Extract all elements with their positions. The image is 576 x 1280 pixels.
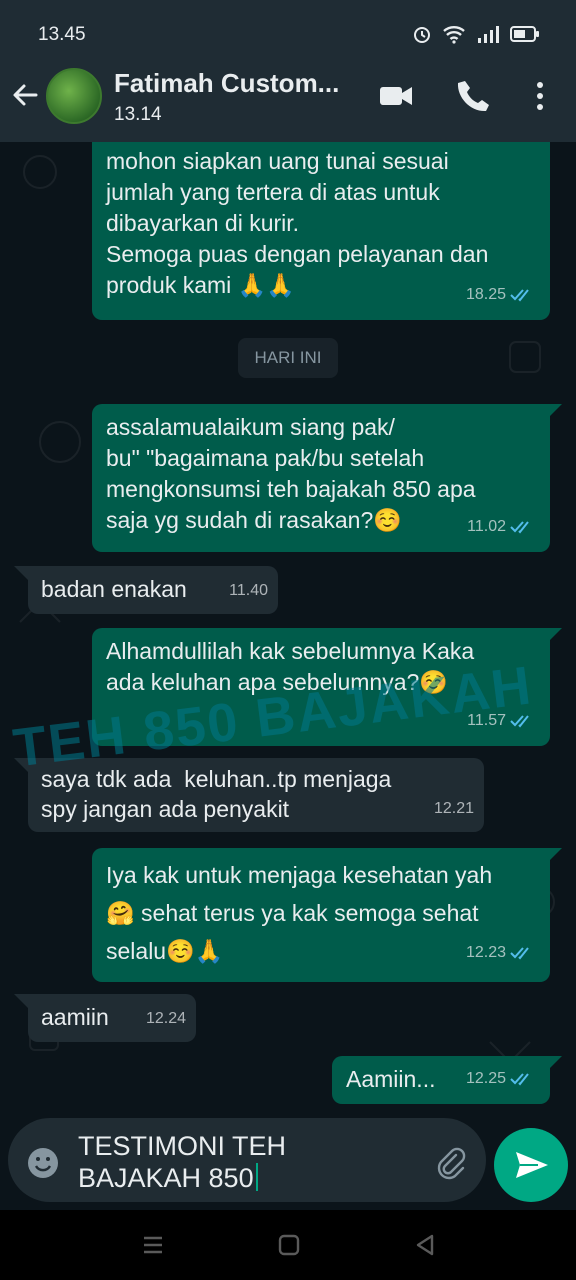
home-icon[interactable] bbox=[276, 1234, 302, 1256]
system-nav-bar bbox=[0, 1210, 576, 1280]
message-meta: 11.40 bbox=[229, 575, 268, 606]
message-bubble-outgoing[interactable]: Iya kak untuk menjaga kesehatan yah 🤗 se… bbox=[92, 848, 550, 982]
recent-apps-icon[interactable] bbox=[140, 1234, 166, 1256]
message-meta: 12.24 bbox=[146, 1003, 186, 1034]
message-bubble-incoming[interactable]: saya tdk ada keluhan..tp menjaga spy jan… bbox=[28, 758, 484, 832]
status-bar: 13.45 bbox=[0, 0, 576, 52]
avatar[interactable] bbox=[46, 68, 102, 124]
double-check-icon bbox=[510, 947, 529, 960]
bubble-tail bbox=[548, 404, 562, 418]
message-time: 12.21 bbox=[433, 800, 474, 817]
battery-icon bbox=[510, 26, 539, 42]
message-input[interactable]: TESTIMONI TEH BAJAKAH 850 bbox=[78, 1130, 286, 1194]
message-composer[interactable]: TESTIMONI TEH BAJAKAH 850 bbox=[8, 1118, 486, 1202]
message-time: 18.25 bbox=[465, 286, 506, 303]
message-bubble-outgoing[interactable]: Aamiin... 12.25 bbox=[332, 1056, 550, 1104]
signal-icon bbox=[478, 26, 499, 43]
message-time: 12.25 bbox=[465, 1070, 506, 1087]
message-bubble-outgoing[interactable]: assalamualaikum siang pak/ bu" "bagaiman… bbox=[92, 404, 550, 552]
bubble-tail bbox=[548, 848, 562, 862]
message-time: 11.40 bbox=[229, 582, 268, 599]
message-list[interactable]: mohon siapkan uang tunai sesuai jumlah y… bbox=[0, 142, 576, 1210]
message-text: mohon siapkan uang tunai sesuai jumlah y… bbox=[106, 148, 489, 298]
message-meta: 11.57 bbox=[467, 705, 536, 736]
double-check-icon bbox=[510, 1072, 529, 1085]
wifi-icon bbox=[443, 26, 465, 44]
message-time: 11.02 bbox=[467, 518, 506, 535]
bubble-tail bbox=[548, 1056, 562, 1070]
contact-name[interactable]: Fatimah Custom... bbox=[114, 68, 339, 99]
message-text: Alhamdullilah kak sebelumnya Kaka ada ke… bbox=[106, 638, 475, 695]
phone-icon[interactable] bbox=[456, 78, 492, 114]
message-time: 12.23 bbox=[465, 944, 506, 961]
status-time: 13.45 bbox=[38, 24, 86, 45]
arrow-left-icon[interactable] bbox=[10, 80, 40, 110]
chat-header: Fatimah Custom... 13.14 bbox=[0, 52, 576, 142]
text-cursor bbox=[255, 1163, 258, 1191]
bubble-tail bbox=[14, 566, 28, 580]
message-bubble-outgoing[interactable]: mohon siapkan uang tunai sesuai jumlah y… bbox=[92, 142, 550, 320]
message-text: saya tdk ada keluhan..tp menjaga spy jan… bbox=[41, 766, 392, 822]
message-meta: 18.25 bbox=[466, 279, 536, 310]
message-meta: 12.25 bbox=[466, 1063, 536, 1094]
video-camera-icon[interactable] bbox=[378, 78, 414, 114]
status-icons bbox=[412, 24, 540, 44]
message-bubble-incoming[interactable]: badan enakan 11.40 bbox=[28, 566, 278, 614]
message-time: 12.24 bbox=[145, 1010, 186, 1027]
message-bubble-outgoing[interactable]: Alhamdullilah kak sebelumnya Kaka ada ke… bbox=[92, 628, 550, 746]
bubble-tail bbox=[14, 758, 28, 772]
message-meta: 11.02 bbox=[467, 511, 536, 542]
message-meta: 12.21 bbox=[434, 794, 474, 824]
alarm-icon bbox=[414, 27, 430, 43]
back-nav-icon[interactable] bbox=[412, 1234, 438, 1256]
date-divider: HARI INI bbox=[238, 338, 338, 378]
paperclip-icon[interactable] bbox=[434, 1146, 468, 1180]
contact-status: 13.14 bbox=[114, 104, 162, 125]
send-button[interactable] bbox=[494, 1128, 568, 1202]
message-bubble-incoming[interactable]: aamiin 12.24 bbox=[28, 994, 196, 1042]
more-vertical-icon[interactable] bbox=[522, 78, 558, 114]
double-check-icon bbox=[510, 288, 529, 301]
bubble-tail bbox=[14, 994, 28, 1008]
message-time: 11.57 bbox=[467, 712, 506, 729]
send-icon bbox=[516, 1152, 548, 1178]
message-meta: 12.23 bbox=[466, 934, 536, 972]
emoji-icon[interactable] bbox=[26, 1146, 60, 1180]
double-check-icon bbox=[510, 520, 529, 533]
double-check-icon bbox=[510, 714, 529, 727]
bubble-tail bbox=[548, 628, 562, 642]
